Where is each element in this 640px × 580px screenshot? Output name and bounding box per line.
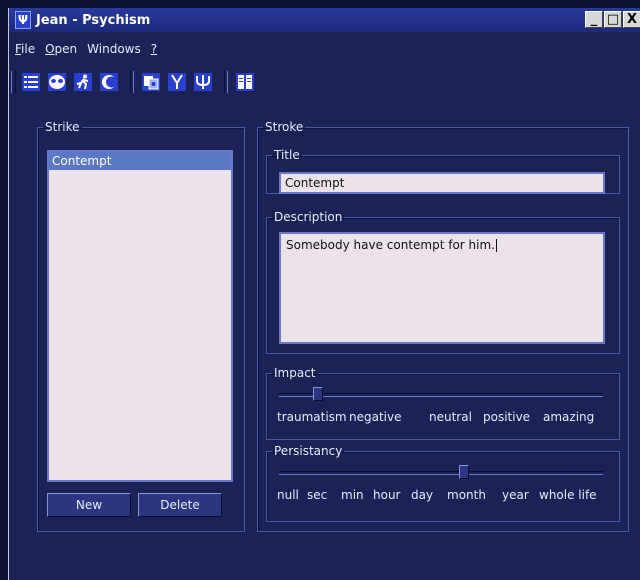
app-window: Ψ Jean - Psychism _ □ X File Open Window… [8,8,640,580]
impact-slider-track[interactable] [279,393,603,397]
scale-label: negative [349,410,402,424]
title-legend: Title [274,148,300,162]
scale-label: null [277,488,299,502]
scale-label: whole life [539,488,597,502]
scale-label: positive [483,410,531,424]
toolbar-grip[interactable] [11,71,16,93]
list-item[interactable]: Contempt [49,152,231,170]
toolbar-separator [224,71,228,93]
strike-group: Strike Contempt New Delete [37,120,245,532]
scale-label: min [341,488,364,502]
strike-list[interactable]: Contempt [47,150,233,482]
psi-icon[interactable] [192,71,214,93]
title-group: Title Contempt [266,148,620,194]
description-text: Somebody have contempt for him. [286,238,495,252]
close-button[interactable]: X [623,11,640,28]
maximize-button[interactable]: □ [604,11,622,28]
scale-label: sec [307,488,328,502]
description-legend: Description [274,210,343,224]
title-bar[interactable]: Ψ Jean - Psychism _ □ X [9,8,640,32]
scale-label: neutral [429,410,472,424]
impact-legend: Impact [274,366,316,380]
strike-legend: Strike [45,120,80,134]
scale-label: day [411,488,434,502]
toolbar [11,70,260,94]
description-group: Description Somebody have contempt for h… [266,210,620,354]
menu-open[interactable]: Open [45,42,77,60]
window-title: Jean - Psychism [36,12,151,28]
mask-icon[interactable] [46,71,68,93]
window-controls: _ □ X [584,11,640,28]
persistancy-slider-thumb[interactable] [458,465,469,479]
scale-label: traumatism [277,410,347,424]
running-man-icon[interactable] [72,71,94,93]
stroke-group: Stroke Title Contempt Description Somebo… [257,120,629,532]
impact-slider-thumb[interactable] [312,387,323,401]
stroke-legend: Stroke [265,120,304,134]
list-icon[interactable] [20,71,42,93]
impact-group: Impact traumatism negative neutral positive… [266,366,620,440]
delete-button[interactable]: Delete [138,493,222,517]
dialog-icon[interactable] [140,71,162,93]
new-button[interactable]: New [47,493,131,517]
book-icon[interactable] [234,71,256,93]
scale-label: year [502,488,529,502]
persistancy-legend: Persistancy [274,444,343,458]
menu-file[interactable]: File [15,42,35,60]
title-input[interactable]: Contempt [279,172,605,194]
menu-bar: File Open Windows ? [9,42,640,60]
description-textarea[interactable]: Somebody have contempt for him. [279,232,605,344]
minimize-button[interactable]: _ [585,11,603,28]
text-caret [496,239,497,252]
figure-icon[interactable] [166,71,188,93]
persistancy-slider-track[interactable] [279,471,603,475]
menu-help[interactable]: ? [151,42,157,60]
persistancy-group: Persistancy null sec min hour day month year wh… [266,444,620,522]
scale-label: amazing [543,410,595,424]
psi-app-icon[interactable]: Ψ [15,11,31,29]
scale-label: hour [373,488,401,502]
toolbar-separator [130,71,134,93]
scale-label: month [447,488,486,502]
moon-icon[interactable] [98,71,120,93]
menu-windows[interactable]: Windows [87,42,141,60]
